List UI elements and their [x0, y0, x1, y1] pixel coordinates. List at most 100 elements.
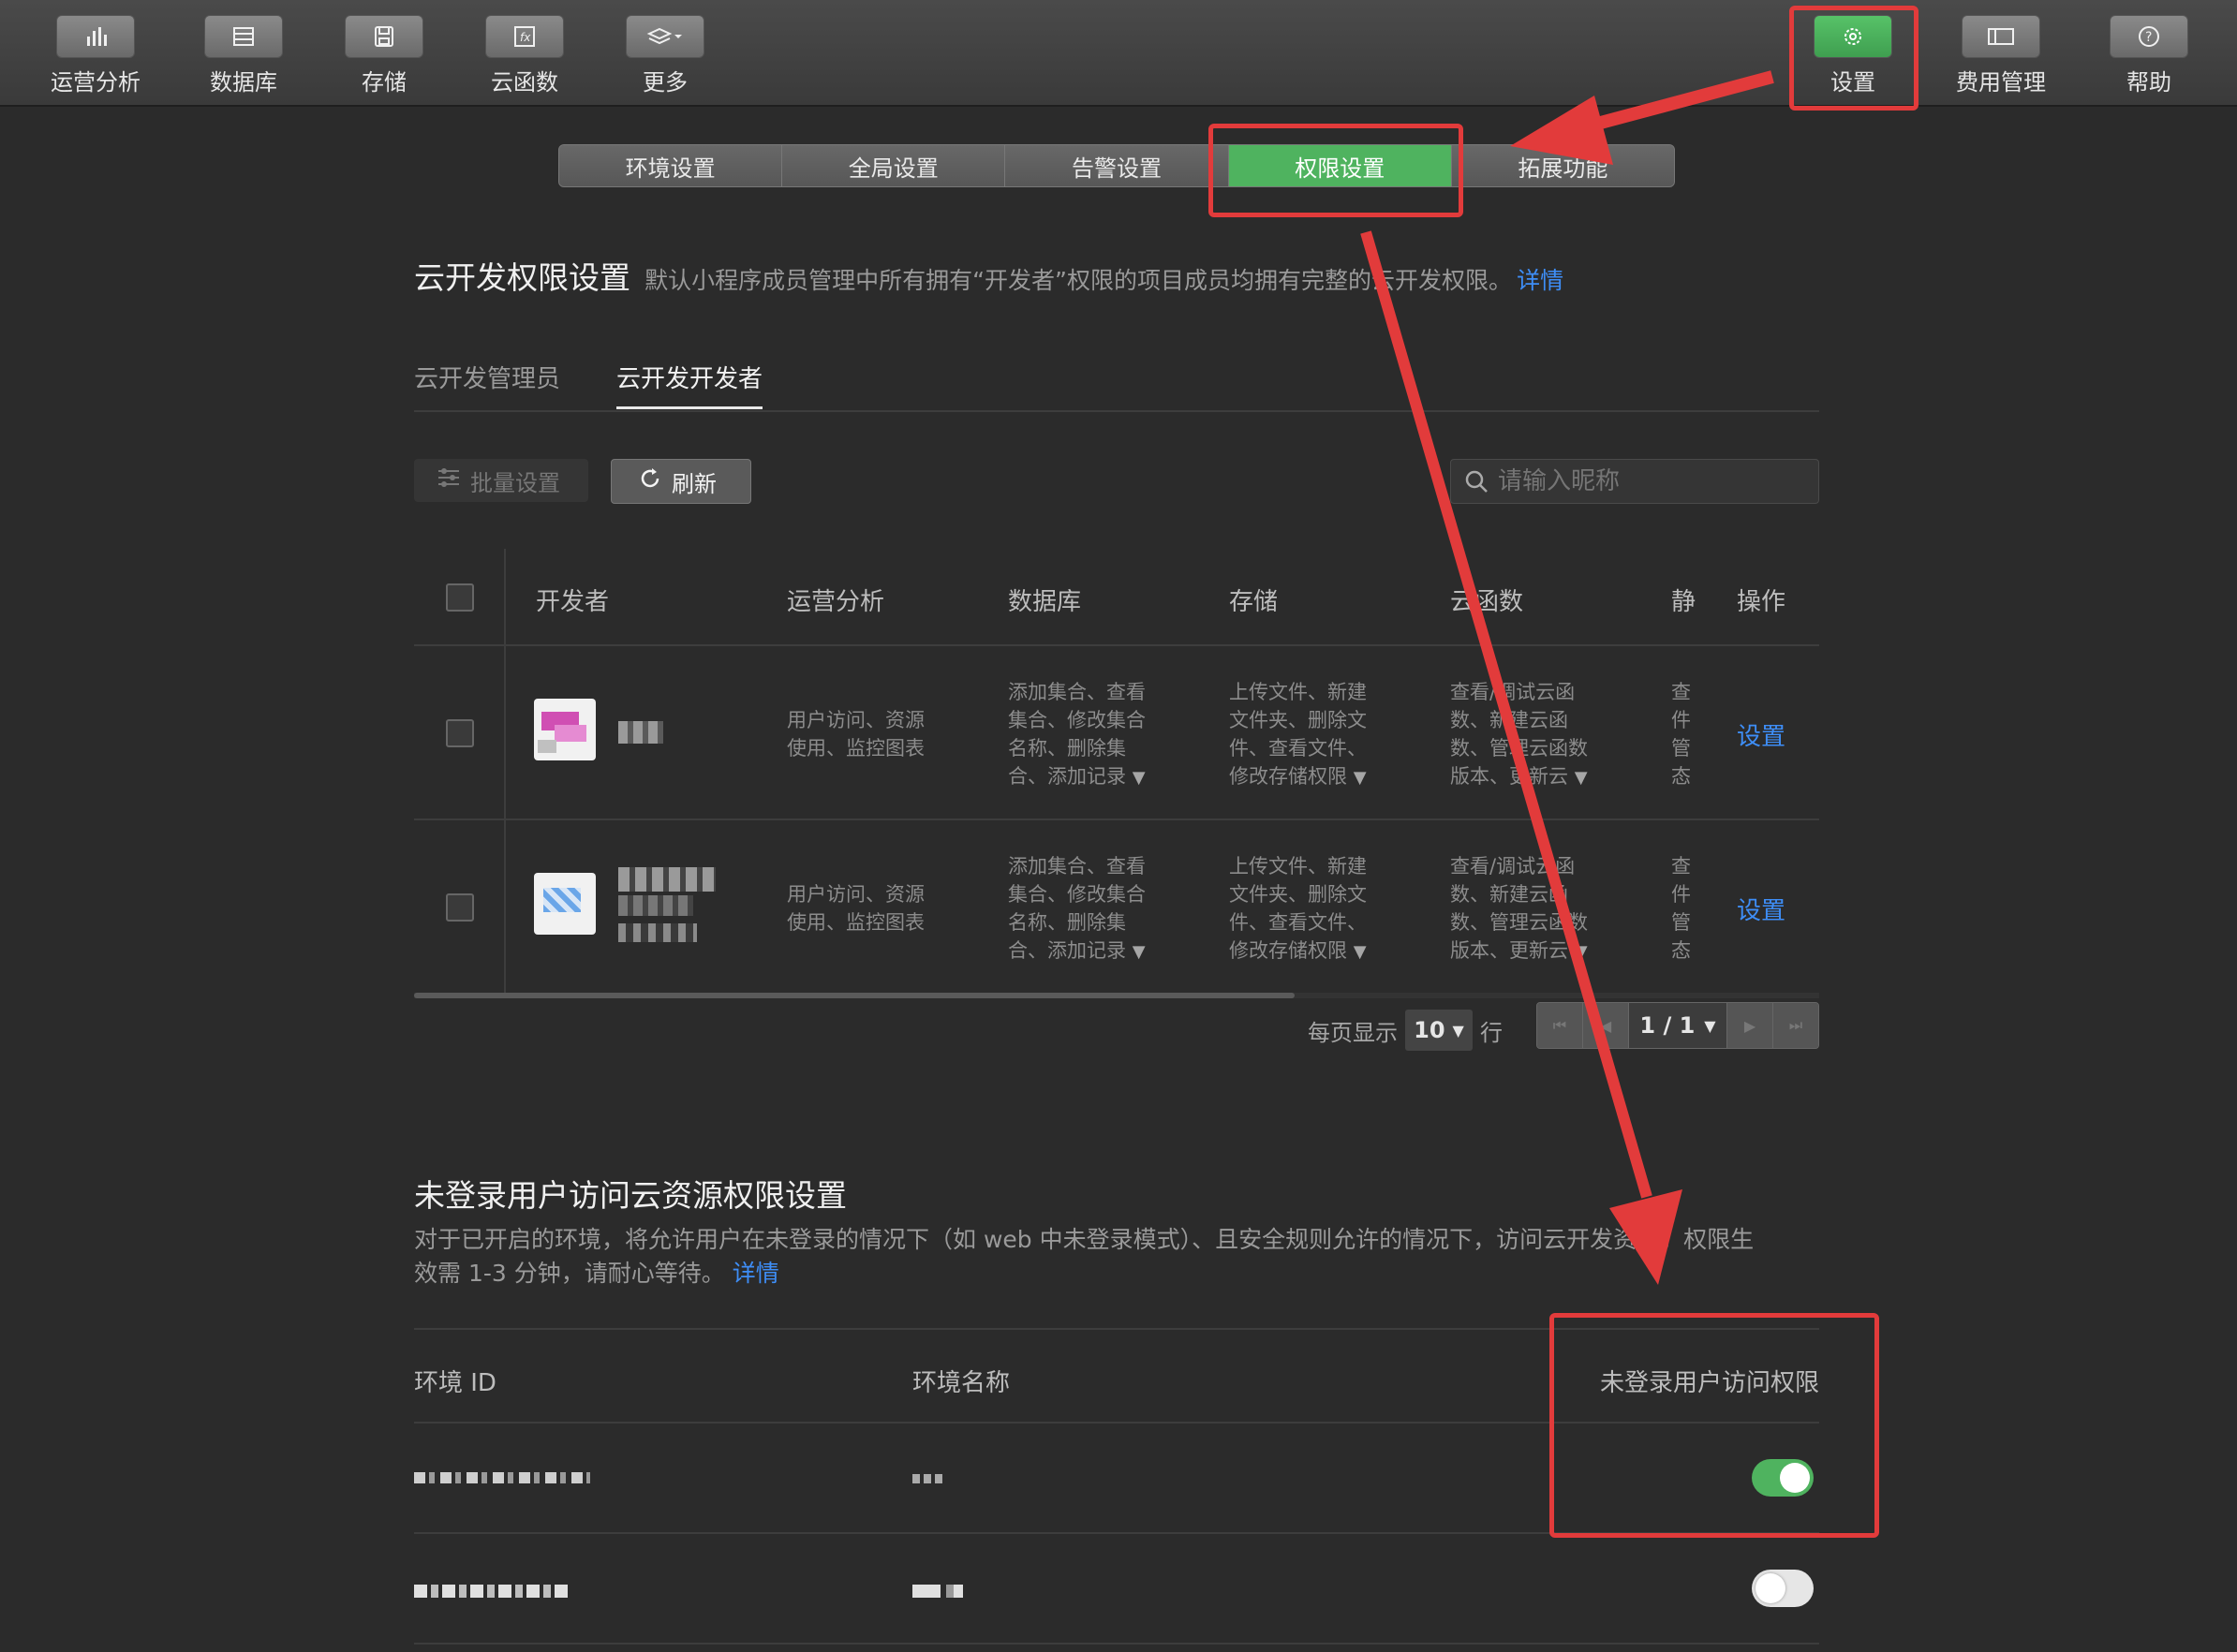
col-actions: 操作 [1737, 588, 1786, 616]
expand-triangle-icon[interactable]: ▼ [1575, 942, 1588, 962]
toolbar-functions[interactable]: fx 云函数 [478, 15, 571, 96]
toolbar-label: 存储 [362, 69, 407, 96]
redacted-env-id [414, 1585, 568, 1598]
redacted-nickname [618, 923, 697, 942]
divider [414, 1643, 1819, 1645]
bar-chart-icon [56, 15, 135, 58]
toolbar-label: 更多 [643, 69, 688, 96]
annotation-box-permissions-tab [1208, 124, 1463, 217]
avatar [534, 699, 596, 760]
refresh-label: 刷新 [672, 470, 717, 497]
toolbar-label: 数据库 [210, 69, 277, 96]
horizontal-scrollbar-thumb[interactable] [414, 993, 1295, 998]
col-developer: 开发者 [536, 588, 610, 616]
col-functions: 云函数 [1450, 588, 1524, 616]
annotation-box-guest-toggle [1549, 1313, 1879, 1538]
toolbar-label: 帮助 [2126, 69, 2171, 96]
tab-global[interactable]: 全局设置 [782, 145, 1006, 186]
col-env-name: 环境名称 [912, 1369, 1011, 1397]
permissions-header: 云开发权限设置 默认小程序成员管理中所有拥有“开发者”权限的项目成员均拥有完整的… [414, 253, 1563, 298]
analytics-permissions: 用户访问、资源 使用、监控图表 [787, 883, 925, 934]
billing-icon [1962, 15, 2040, 58]
expand-triangle-icon[interactable]: ▼ [1575, 768, 1588, 788]
settings-tabs: 环境设置 全局设置 告警设置 权限设置 拓展功能 [558, 144, 1675, 187]
refresh-icon [638, 466, 662, 496]
env-row [0, 1423, 2237, 1532]
last-page-icon[interactable]: ⏭ [1772, 1003, 1818, 1048]
page-navigator: ⏮ ◀ 1 / 1 ▼ ▶ ⏭ [1536, 1002, 1819, 1049]
page-indicator: 1 / 1 [1639, 1012, 1696, 1039]
subtab-developers[interactable]: 云开发开发者 [616, 360, 763, 394]
row-unit-label: 行 [1480, 1019, 1503, 1046]
redacted-env-name [912, 1585, 963, 1598]
table-row: 用户访问、资源 使用、监控图表 添加集合、查看 集合、修改集合 名称、删除集 合、添加记… [0, 820, 2237, 993]
toolbar-analytics[interactable]: 运营分析 [49, 15, 142, 96]
page-select[interactable]: 1 / 1 ▼ [1629, 1003, 1726, 1048]
function-icon: fx [485, 15, 564, 58]
permissions-description: 默认小程序成员管理中所有拥有“开发者”权限的项目成员均拥有完整的云开发权限。 [644, 267, 1513, 294]
per-page-value: 10 [1414, 1017, 1445, 1043]
guest-access-toggle[interactable] [1752, 1570, 1814, 1607]
nickname-search[interactable] [1450, 459, 1819, 504]
toolbar-storage[interactable]: 存储 [337, 15, 431, 96]
database-permissions: 添加集合、查看 集合、修改集合 名称、删除集 合、添加记录 ▼ [1008, 855, 1146, 962]
subtab-admins[interactable]: 云开发管理员 [414, 360, 560, 394]
tab-extensions[interactable]: 拓展功能 [1451, 145, 1674, 186]
database-permissions: 添加集合、查看 集合、修改集合 名称、删除集 合、添加记录 ▼ [1008, 681, 1146, 788]
col-env-id: 环境 ID [414, 1369, 496, 1397]
col-analytics: 运营分析 [787, 588, 885, 616]
storage-permissions: 上传文件、新建 文件夹、删除文 件、查看文件、 修改存储权限 ▼ [1229, 855, 1367, 962]
horizontal-scrollbar-track [414, 993, 1819, 998]
search-input[interactable] [1496, 464, 1809, 499]
permissions-details-link[interactable]: 详情 [1517, 267, 1563, 294]
functions-permissions: 查看/调试云函 数、新建云函 数、管理云函数 版本、更新云 ▼ [1450, 681, 1588, 788]
table-row: 用户访问、资源 使用、监控图表 添加集合、查看 集合、修改集合 名称、删除集 合、添加记… [0, 646, 2237, 819]
col-storage: 存储 [1229, 588, 1279, 616]
expand-triangle-icon[interactable]: ▼ [1354, 942, 1367, 962]
svg-text:fx: fx [520, 31, 531, 44]
search-icon [1464, 469, 1489, 497]
svg-text:?: ? [2145, 30, 2152, 45]
redacted-nickname [618, 895, 693, 916]
batch-settings-button[interactable]: 批量设置 [414, 459, 588, 502]
toolbar-billing[interactable]: 费用管理 [1954, 15, 2048, 96]
expand-triangle-icon[interactable]: ▼ [1354, 768, 1367, 788]
row-settings-link[interactable]: 设置 [1737, 892, 1785, 926]
tab-environment[interactable]: 环境设置 [559, 145, 783, 186]
expand-triangle-icon[interactable]: ▼ [1133, 768, 1146, 788]
toolbar-more[interactable]: 更多 [618, 15, 712, 96]
avatar [534, 873, 596, 935]
per-page-select[interactable]: 10 ▼ [1405, 1010, 1473, 1051]
static-permissions: 查件管态 [1671, 681, 1691, 788]
batch-settings-label: 批量设置 [470, 469, 560, 496]
expand-triangle-icon[interactable]: ▼ [1133, 942, 1146, 962]
first-page-icon[interactable]: ⏮ [1537, 1003, 1583, 1048]
functions-permissions: 查看/调试云函 数、新建云函 数、管理云函数 版本、更新云 ▼ [1450, 855, 1588, 962]
refresh-button[interactable]: 刷新 [611, 459, 751, 504]
toolbar-database[interactable]: 数据库 [197, 15, 290, 96]
toolbar-help[interactable]: ? 帮助 [2102, 15, 2196, 96]
prev-page-icon[interactable]: ◀ [1583, 1003, 1629, 1048]
redacted-env-id [414, 1472, 590, 1483]
row-checkbox[interactable] [446, 719, 474, 747]
row-checkbox[interactable] [446, 893, 474, 922]
guest-access-description: 对于已开启的环境，将允许用户在未登录的情况下（如 web 中未登录模式）、且安全… [414, 1226, 1755, 1287]
select-all-checkbox[interactable] [446, 583, 474, 612]
chevron-down-icon: ▼ [1452, 1021, 1464, 1040]
guest-access-details-link[interactable]: 详情 [733, 1260, 779, 1287]
analytics-permissions: 用户访问、资源 使用、监控图表 [787, 709, 925, 760]
row-settings-link[interactable]: 设置 [1737, 717, 1785, 752]
toolbar-label: 费用管理 [1956, 69, 2046, 96]
next-page-icon[interactable]: ▶ [1726, 1003, 1772, 1048]
col-static: 静 [1671, 588, 1696, 616]
per-page-label: 每页显示 [1308, 1019, 1398, 1046]
list-settings-icon [437, 467, 461, 494]
chevron-down-icon: ▼ [1704, 1016, 1716, 1035]
guest-access-title: 未登录用户访问云资源权限设置 [414, 1177, 847, 1214]
col-database: 数据库 [1008, 588, 1082, 616]
tab-alerts[interactable]: 告警设置 [1005, 145, 1229, 186]
toolbar-label: 云函数 [491, 69, 558, 96]
pagination: 每页显示 10 ▼ 行 [1308, 1010, 1503, 1051]
permissions-title: 云开发权限设置 [414, 259, 630, 296]
redacted-nickname [618, 721, 663, 744]
